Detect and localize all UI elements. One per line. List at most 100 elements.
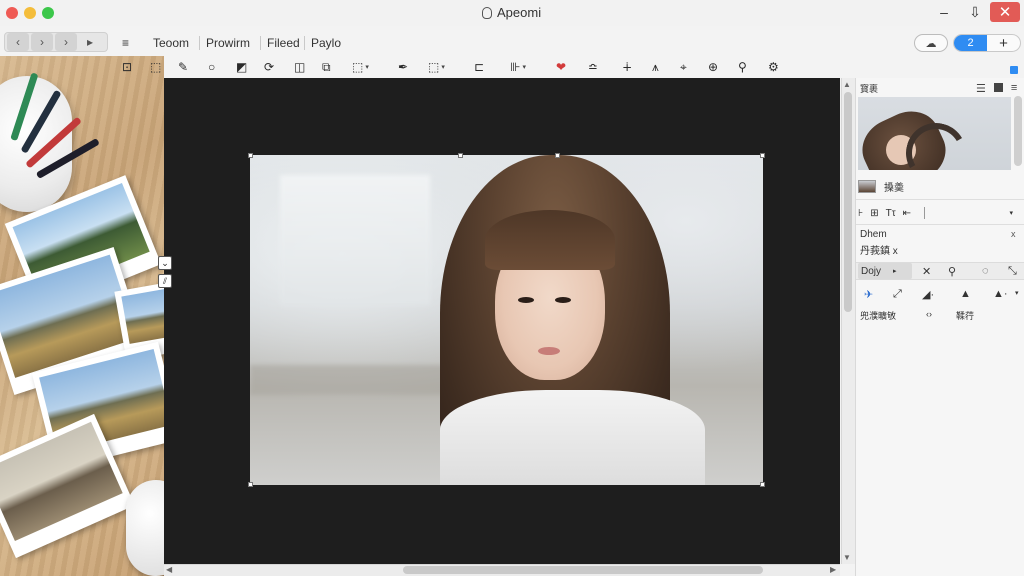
selection-handle[interactable]	[248, 153, 253, 158]
close-traffic-light[interactable]	[6, 7, 18, 19]
menu-item-prowirm[interactable]: Prowirm	[206, 36, 250, 50]
option-arrows[interactable]: ‹›	[926, 309, 932, 319]
vertical-scroll-thumb[interactable]	[844, 92, 852, 312]
pen-cup	[0, 76, 72, 212]
distribute-icon[interactable]: ⊪ ▾	[510, 59, 526, 75]
more-nav-button[interactable]: ▸	[79, 33, 101, 51]
puppet-icon[interactable]: ⚲	[738, 59, 747, 75]
tab-dojy[interactable]: Dojy ▸	[858, 263, 912, 279]
selection-handle[interactable]	[555, 153, 560, 158]
properties-subtitle: 丹莪鎮 x	[860, 246, 898, 257]
menu-divider	[304, 36, 305, 50]
eyedropper-icon[interactable]: ✒	[398, 59, 408, 75]
stamp-tool-icon[interactable]: ▲·	[993, 288, 1008, 300]
scroll-right-arrow[interactable]: ▶	[830, 565, 836, 574]
ellipse-icon[interactable]: ○	[208, 59, 215, 75]
page-count-button[interactable]: 2	[954, 35, 987, 51]
window-title-group: Apeomi	[482, 5, 541, 20]
panel-divider	[856, 224, 1024, 225]
collapse-handle[interactable]: ⌄	[158, 256, 172, 270]
nav-button-group: ‹ › › ▸	[4, 32, 108, 52]
layout-icon[interactable]: ⊞	[870, 208, 878, 219]
indent-icon[interactable]: ⊦	[858, 208, 863, 219]
row-dropdown-icon[interactable]: ▾	[1015, 289, 1019, 297]
transform-icon[interactable]: ⬚ ▾	[352, 59, 369, 75]
menu-item-fileed[interactable]: Fileed	[267, 36, 300, 50]
minimize-button[interactable]: –	[934, 2, 954, 22]
selection-handle[interactable]	[458, 153, 463, 158]
corner-tool-icon[interactable]: ◢·	[922, 288, 934, 301]
shield-icon[interactable]: ◌	[982, 265, 989, 277]
title-bar: Apeomi – ⇩ ✕	[0, 0, 1024, 26]
rect-select-icon[interactable]: ⬚	[150, 59, 161, 75]
page-pill: 2 +	[953, 34, 1021, 52]
text-tools-dropdown-icon[interactable]: ▾	[1009, 209, 1013, 217]
properties-close-icon[interactable]: x	[1011, 229, 1016, 239]
baseline-icon[interactable]: ≏	[588, 59, 598, 75]
clone-icon[interactable]: ⧉	[322, 59, 331, 75]
panel-menu-icon[interactable]: ≡	[1011, 82, 1017, 95]
properties-title: Dhem	[860, 229, 887, 240]
gear-icon[interactable]: ⚙	[768, 59, 779, 75]
layer-name: 搡羮	[884, 182, 904, 194]
minimize-traffic-light[interactable]	[24, 7, 36, 19]
crop-icon[interactable]: ◫	[294, 59, 305, 75]
search-icon[interactable]: ⚲	[948, 265, 956, 278]
lasso-icon[interactable]: ⟳	[264, 59, 274, 75]
cloud-sync-button[interactable]: ☁	[914, 34, 948, 52]
menu-list-icon[interactable]: ≡	[122, 36, 129, 50]
zoom-traffic-light[interactable]	[42, 7, 54, 19]
navigator-title: 寳裹	[860, 84, 879, 94]
text-tools-row: ⊦ ⊞ Tτ ⇤ ▾	[858, 206, 1022, 220]
resize-tool-icon[interactable]: ⤢	[893, 288, 902, 301]
close-tab-icon[interactable]: ✕	[922, 265, 931, 278]
pen-icon[interactable]: ⩚	[652, 59, 659, 75]
select-add-icon[interactable]: ⊡	[122, 59, 132, 75]
portrait-photo[interactable]	[250, 155, 763, 485]
selection-handle[interactable]	[248, 482, 253, 487]
forward-button[interactable]: ›	[31, 33, 53, 51]
computer-mouse	[126, 480, 164, 576]
selection-handle[interactable]	[760, 482, 765, 487]
brush-icon[interactable]: ✎	[178, 59, 188, 75]
target-icon[interactable]: ⊕	[708, 59, 718, 75]
edit-handle[interactable]: ⫽	[158, 274, 172, 288]
horizontal-scroll-thumb[interactable]	[403, 566, 763, 574]
back-button[interactable]: ‹	[7, 33, 29, 51]
navigator-preview[interactable]	[858, 97, 1011, 170]
panel-divider	[856, 199, 1024, 200]
fill-icon[interactable]: ⌖	[680, 59, 687, 75]
plus-line-icon[interactable]: ∔	[622, 59, 632, 75]
close-button[interactable]: ✕	[990, 2, 1020, 22]
expand-icon[interactable]: ⤡	[1008, 265, 1017, 278]
window-title: Apeomi	[497, 5, 542, 20]
text-align-icon[interactable]: ⇤	[903, 208, 911, 219]
triangle-tool-icon[interactable]: ▲	[960, 288, 971, 300]
scroll-left-arrow[interactable]: ◀	[166, 565, 172, 574]
text-cursor-divider	[924, 207, 926, 219]
scroll-down-arrow[interactable]: ▼	[843, 553, 851, 562]
align-icon[interactable]: ⊏	[474, 59, 484, 75]
square-view-icon[interactable]	[993, 83, 1003, 92]
selection-handle[interactable]	[760, 153, 765, 158]
menu-item-teoom[interactable]: Teoom	[153, 36, 189, 50]
navigator-header-icons: ☰ ≡	[976, 82, 1017, 95]
add-page-button[interactable]: +	[987, 35, 1020, 51]
arrow-tool-icon[interactable]: ✈	[864, 288, 873, 301]
shape-icon[interactable]: ⬚ ▾	[428, 59, 445, 75]
heal-icon[interactable]: ❤	[556, 59, 566, 75]
layer-thumbnail	[858, 179, 876, 193]
cloud-icon: ☁	[925, 37, 937, 50]
layer-row[interactable]: 搡羮	[858, 178, 1018, 194]
text-type-icon[interactable]: Tτ	[886, 208, 896, 219]
list-view-icon[interactable]: ☰	[976, 82, 986, 95]
menu-item-paylo[interactable]: Paylo	[311, 36, 341, 50]
menu-divider	[260, 36, 261, 50]
scroll-up-arrow[interactable]: ▲	[843, 80, 851, 89]
tools-toolbar: ⊡ ⬚ ✎ ○ ◩ ⟳ ◫ ⧉ ⬚ ▾ ✒ ⬚ ▾ ⊏ ⊪ ▾ ❤ ≏ ∔ ⩚ ⌖ ⊕…	[112, 56, 1024, 78]
restore-button[interactable]: ⇩	[964, 2, 986, 22]
next-button[interactable]: ›	[55, 33, 77, 51]
app-icon	[482, 6, 492, 19]
panel-scroll-thumb[interactable]	[1014, 96, 1022, 166]
gradient-icon[interactable]: ◩	[236, 59, 247, 75]
